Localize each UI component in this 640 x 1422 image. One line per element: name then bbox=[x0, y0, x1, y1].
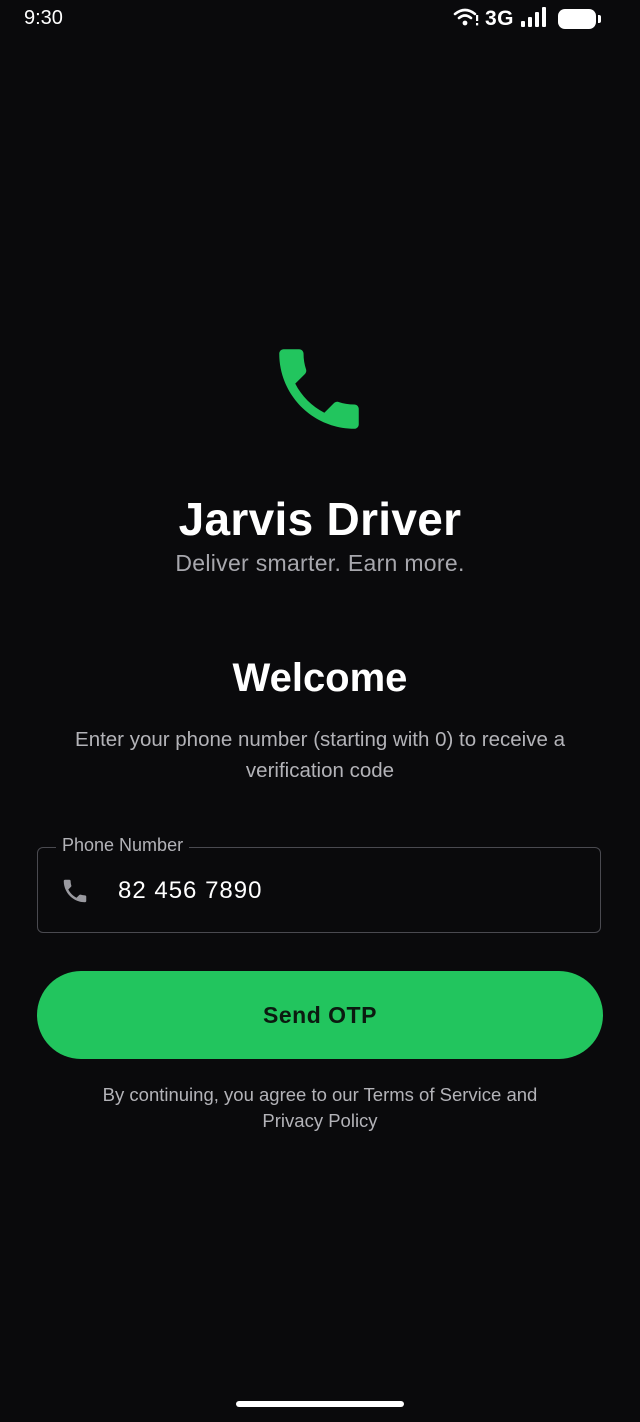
status-time: 9:30 bbox=[24, 7, 63, 29]
app-tagline: Deliver smarter. Earn more. bbox=[175, 550, 465, 576]
phone-number-input[interactable] bbox=[118, 848, 580, 934]
phone-icon bbox=[279, 349, 359, 429]
welcome-heading: Welcome bbox=[232, 656, 408, 700]
home-indicator[interactable] bbox=[236, 1401, 404, 1407]
battery-icon bbox=[558, 9, 601, 29]
terms-notice: By continuing, you agree to our Terms of… bbox=[102, 1084, 538, 1131]
app-title: Jarvis Driver bbox=[178, 493, 462, 545]
network-type-label: 3G bbox=[484, 7, 514, 30]
phone-number-field[interactable]: Phone Number bbox=[37, 835, 601, 934]
status-icons: 3G bbox=[453, 6, 601, 33]
phone-icon bbox=[63, 879, 87, 903]
signal-icon bbox=[520, 6, 548, 32]
welcome-description: Enter your phone number (starting with 0… bbox=[75, 728, 565, 782]
status-bar: 9:30 3G bbox=[0, 0, 640, 40]
send-otp-button[interactable]: Send OTP bbox=[37, 971, 603, 1059]
wifi-icon bbox=[453, 6, 479, 33]
